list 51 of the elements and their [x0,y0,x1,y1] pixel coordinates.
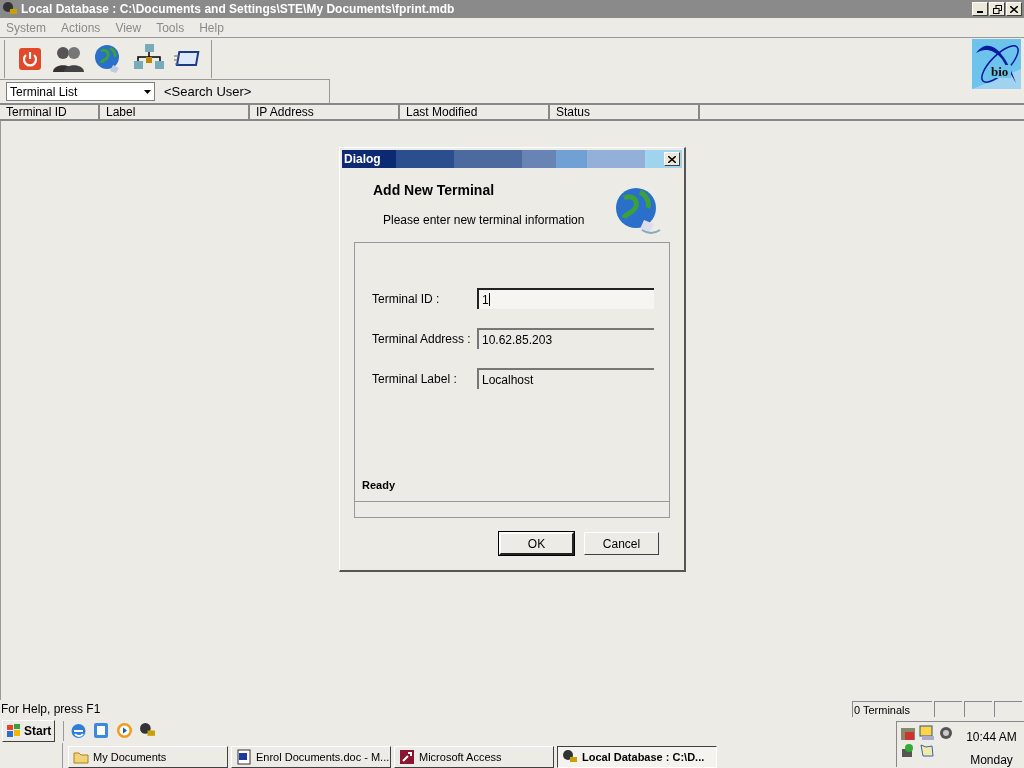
clock-day[interactable]: Monday [970,751,1013,768]
bio-logo: bio [972,39,1021,89]
restore-button[interactable] [989,2,1005,16]
status-text: Ready [361,477,397,493]
dialog-heading: Add New Terminal [373,181,496,200]
dialog-subtitle: Please enter new terminal information [382,212,586,229]
status-panel [964,701,992,717]
key-icon [399,749,415,765]
close-button[interactable] [664,152,680,166]
input-field[interactable]: Localhost [477,368,654,389]
view-dropdown[interactable]: Terminal List [6,82,155,101]
dialog-button[interactable]: OK [499,532,574,555]
dialog-button[interactable]: Cancel [584,532,659,555]
media-player-icon[interactable] [116,722,134,739]
windows-logo [6,723,22,738]
clock-time[interactable]: 10:44 AM [966,728,1017,746]
start-button[interactable]: Start [2,719,56,742]
input-field[interactable]: 1 [477,288,654,309]
close-button[interactable] [1006,2,1022,16]
status-help-text: For Help, press F1 [0,701,102,718]
column-header[interactable]: Last Modified [400,105,550,119]
column-header[interactable]: Terminal ID [0,105,100,119]
app-icon [2,1,18,17]
minimize-button[interactable] [972,2,988,16]
status-panel [994,701,1022,717]
input-field[interactable]: 10.62.85.203 [477,328,654,349]
taskbar-button[interactable]: My Documents [68,746,228,768]
caret-icon [143,89,151,94]
close-icon [668,155,676,163]
minimize-icon [977,11,983,13]
search-user-label[interactable]: <Search User> [164,81,252,102]
folder-icon [73,750,89,764]
app-icon[interactable] [139,722,157,739]
app-icon [562,749,578,765]
text-cursor [488,293,490,306]
field-label: Terminal Address : [372,330,472,348]
dialog-title-bar: Dialog [342,150,682,168]
taskbar-button[interactable]: Microsoft Access [394,746,554,768]
window-title: Local Database : C:\Documents and Settings\STE\My Documents\fprint.mdb [21,1,455,18]
status-panel: 0 Terminals [852,701,932,717]
column-header[interactable]: IP Address [250,105,400,119]
taskbar-button[interactable]: Local Database : C:\D... [557,746,717,768]
power-icon[interactable] [17,45,43,72]
field-label: Terminal ID : [372,290,441,308]
column-header[interactable]: Status [550,105,700,119]
taskbar-button[interactable]: Enrol Documents.doc - M... [231,746,391,768]
close-icon [1010,5,1018,13]
status-panel [934,701,962,717]
restore-icon [992,4,1002,14]
column-header[interactable]: Label [100,105,250,119]
field-label: Terminal Label : [372,370,458,388]
